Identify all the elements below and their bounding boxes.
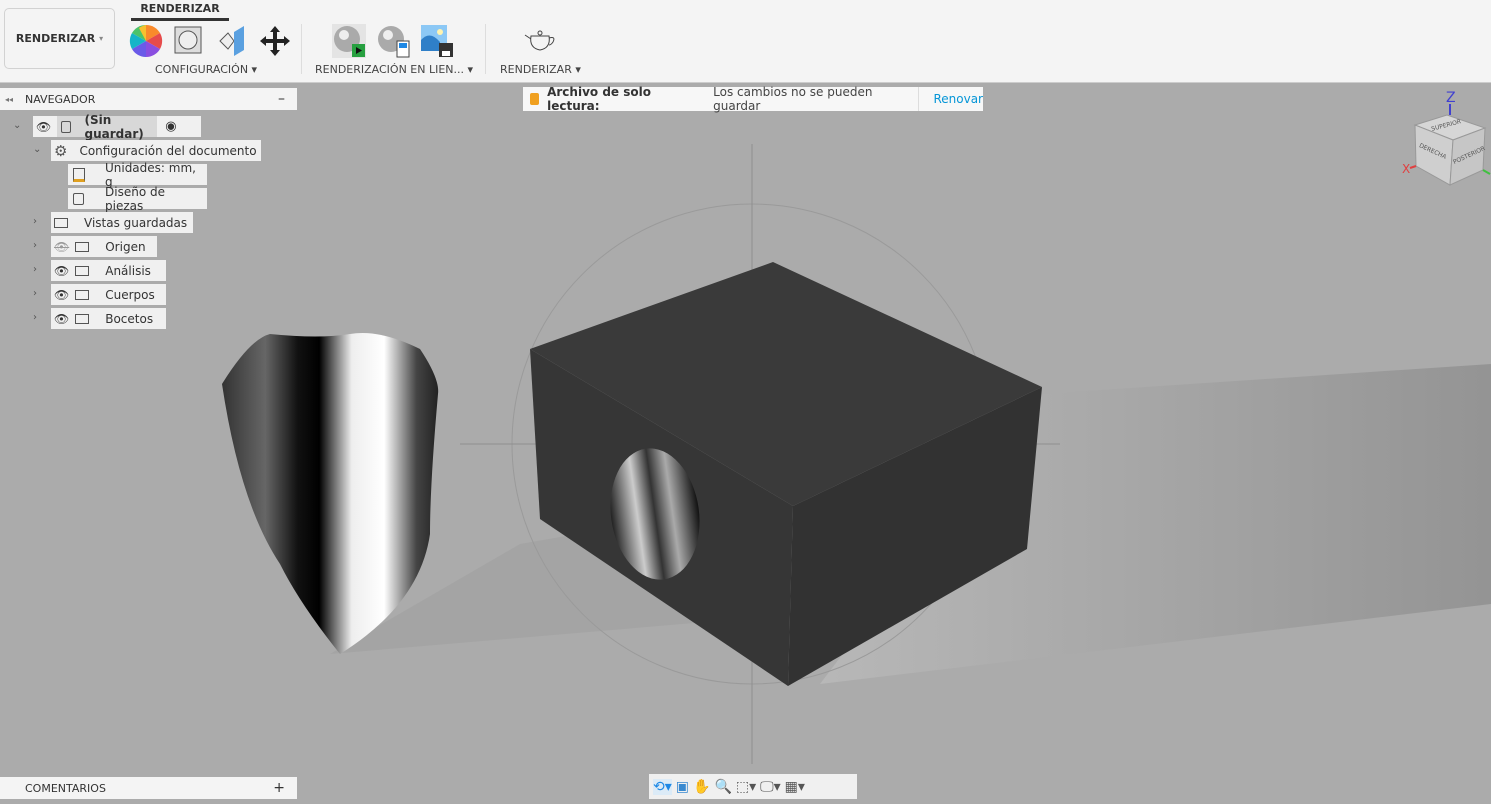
comments-title: COMENTARIOS — [25, 781, 106, 795]
capture-image-icon[interactable] — [420, 24, 454, 58]
renew-link[interactable]: Renovar — [918, 87, 983, 111]
grid-icon[interactable]: ▦▾ — [785, 779, 805, 795]
x-axis-label: X — [1402, 162, 1411, 176]
fit-icon[interactable]: ⬚▾ — [736, 779, 756, 795]
render-group[interactable]: RENDERIZAR ▾ — [500, 63, 581, 76]
organic-body — [222, 333, 439, 654]
workspace-label: RENDERIZAR — [15, 32, 96, 45]
move-icon[interactable] — [258, 24, 292, 58]
banner-message: Los cambios no se pueden guardar — [713, 85, 873, 113]
viewcube[interactable]: Z SUPERIOR DERECHA POSTERIOR X — [1395, 88, 1491, 188]
toolbar: RENDERIZAR ▾ RENDERIZAR CONFIGURACIÓN ▾ … — [0, 0, 1491, 83]
pan-icon[interactable]: ✋ — [693, 779, 710, 795]
navigation-bar: ⟲▾ ▣ ✋ 🔍 ⬚▾ 🖵▾ ▦▾ — [649, 774, 857, 799]
look-at-icon[interactable]: ▣ — [676, 779, 689, 795]
add-comment-icon[interactable]: + — [273, 780, 285, 796]
banner-title: Archivo de solo lectura: — [547, 85, 651, 113]
viewport-canvas[interactable] — [0, 84, 1491, 804]
render-teapot-icon[interactable] — [523, 24, 557, 58]
divider — [485, 24, 486, 74]
tab-renderizar[interactable]: RENDERIZAR — [131, 2, 229, 21]
zoom-icon[interactable]: 🔍 — [714, 779, 731, 795]
comments-panel: COMENTARIOS + — [0, 777, 297, 799]
lock-icon — [530, 93, 540, 105]
inline-render-icon[interactable] — [332, 24, 366, 58]
display-settings-icon[interactable]: 🖵▾ — [760, 779, 781, 795]
inline-render-group[interactable]: RENDERIZACIÓN EN LIEN... ▾ — [315, 63, 473, 76]
divider — [301, 24, 302, 74]
texture-map-icon[interactable] — [216, 24, 250, 58]
readonly-banner: Archivo de solo lectura: Los cambios no … — [523, 85, 983, 113]
workspace-switcher[interactable]: RENDERIZAR ▾ — [4, 8, 115, 69]
scene-settings-icon[interactable] — [172, 24, 206, 58]
appearance-icon[interactable] — [129, 24, 163, 58]
inline-render-settings-icon[interactable] — [376, 24, 410, 58]
orbit-icon[interactable]: ⟲▾ — [653, 778, 672, 795]
config-group[interactable]: CONFIGURACIÓN ▾ — [155, 63, 257, 76]
